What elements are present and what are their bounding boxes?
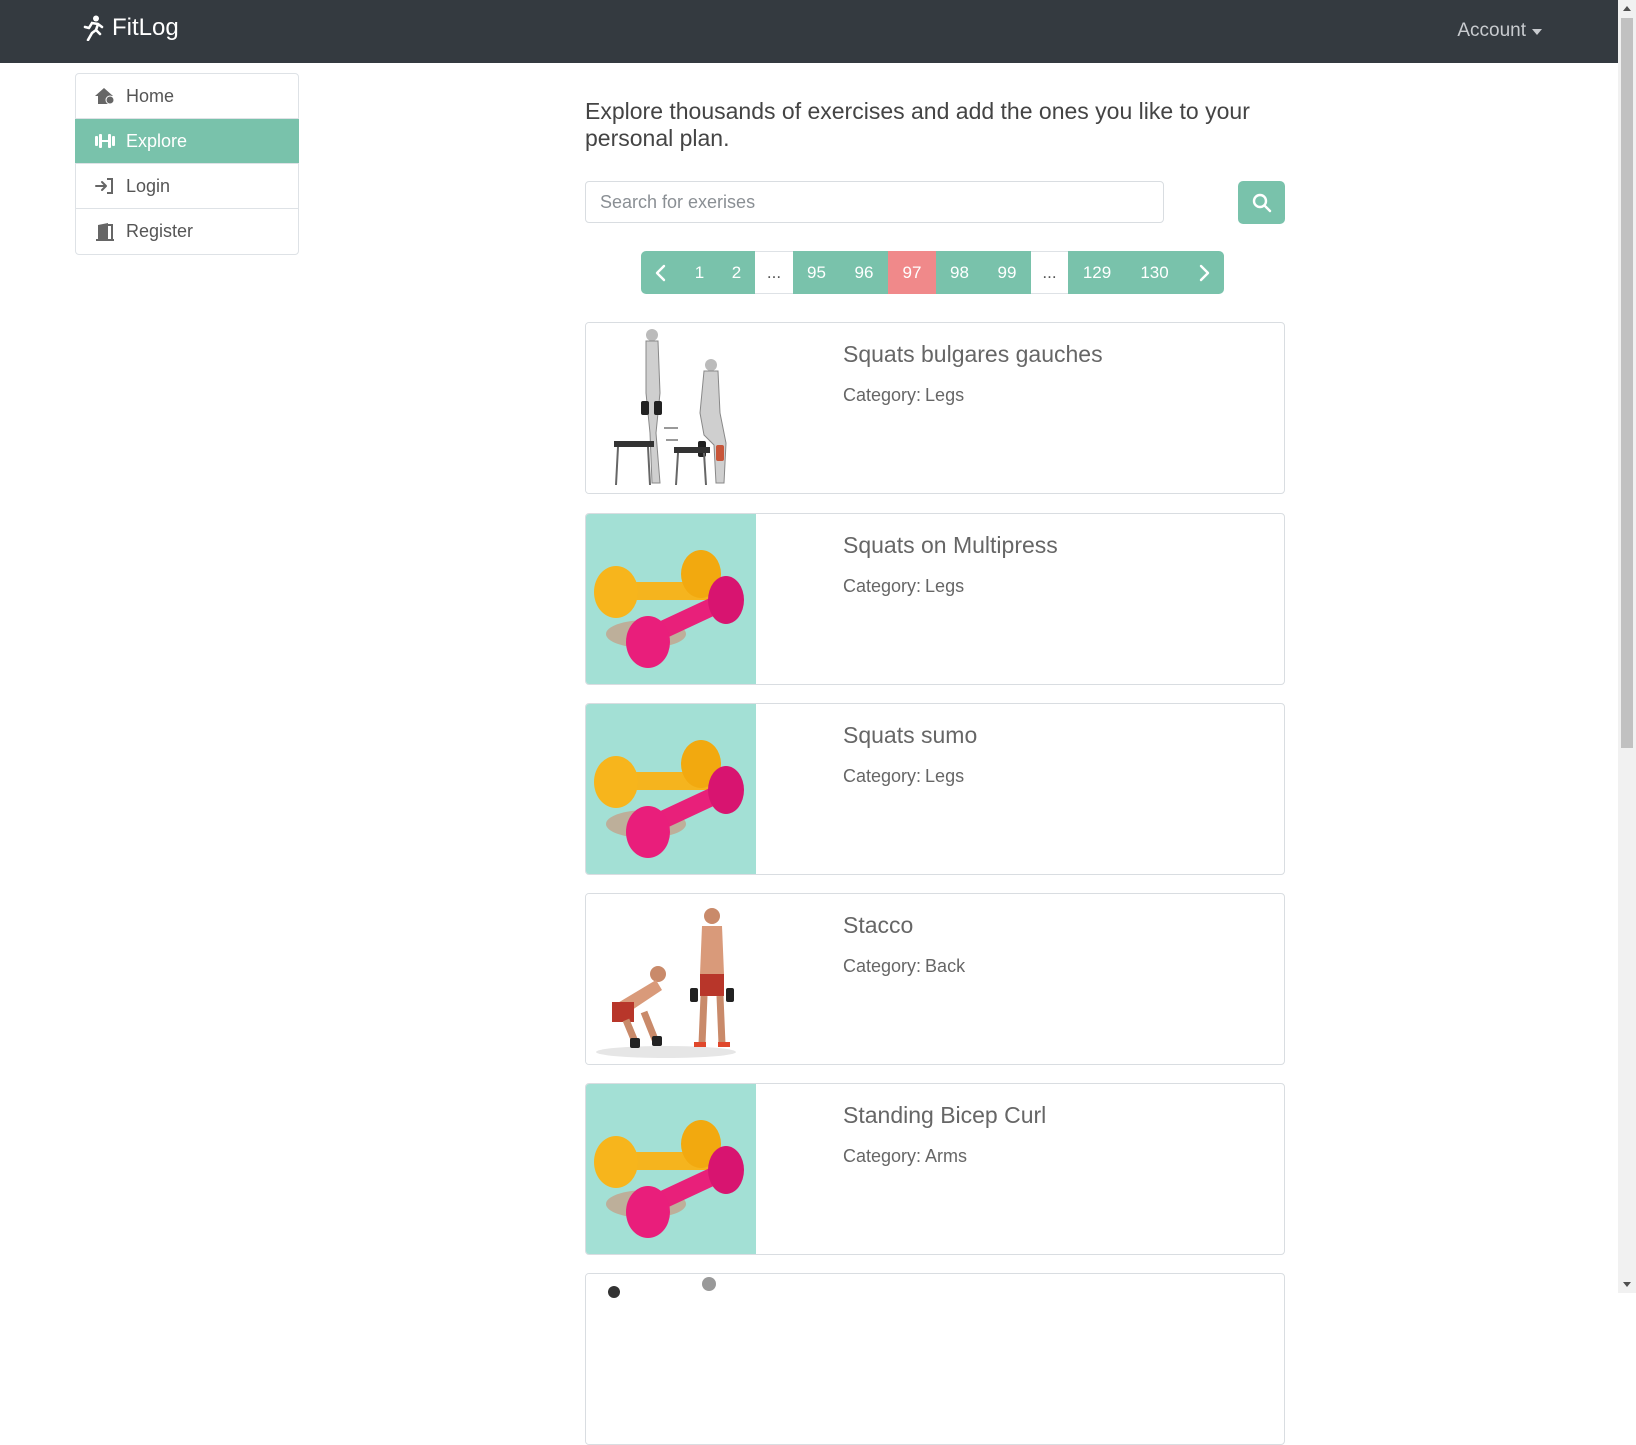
- pagination-page-98[interactable]: 98: [936, 251, 983, 294]
- pagination-prev-button[interactable]: [641, 251, 681, 294]
- exercise-category: Category: Legs: [843, 766, 968, 787]
- exercise-card[interactable]: Squats sumo Category: Legs: [585, 703, 1285, 875]
- account-dropdown[interactable]: Account: [1457, 20, 1542, 42]
- category-value: Legs: [925, 576, 965, 596]
- sidebar-item-label: Register: [126, 221, 194, 241]
- search-icon: [1252, 193, 1271, 212]
- dumbbell-icon: [95, 134, 115, 148]
- exercise-title[interactable]: Squats bulgares gauches: [843, 341, 1103, 368]
- running-person-icon: [83, 15, 104, 41]
- exercise-category: Category: Legs: [843, 385, 968, 406]
- sidebar-item-home[interactable]: Home: [76, 74, 298, 119]
- page-scrollbar[interactable]: [1618, 0, 1636, 1293]
- pagination-page-1[interactable]: 1: [681, 251, 718, 294]
- pagination-ellipsis: ...: [755, 251, 793, 294]
- home-icon: [95, 88, 115, 105]
- exercise-card[interactable]: Squats on Multipress Category: Legs: [585, 513, 1285, 685]
- pagination-page-current[interactable]: 97: [888, 251, 936, 294]
- scroll-up-icon[interactable]: [1623, 6, 1631, 11]
- account-label: Account: [1457, 20, 1526, 41]
- sidebar-item-label: Login: [126, 175, 171, 196]
- pagination-page-129[interactable]: 129: [1068, 251, 1126, 294]
- category-label: Category:: [843, 385, 922, 405]
- sidebar-item-label: Explore: [126, 130, 188, 151]
- pagination-page-99[interactable]: 99: [983, 251, 1031, 294]
- pagination: 1 2 ... 95 96 97 98 99 ... 129 130: [641, 251, 1224, 294]
- exercise-category: Category: Arms: [843, 1146, 971, 1167]
- caret-down-icon: [1532, 29, 1542, 35]
- brand-link[interactable]: FitLog: [82, 14, 179, 42]
- category-label: Category:: [843, 766, 922, 786]
- category-value: Back: [925, 956, 966, 976]
- pagination-page-130[interactable]: 130: [1126, 251, 1183, 294]
- chevron-left-icon: [655, 264, 666, 281]
- search-button[interactable]: [1238, 181, 1285, 224]
- pagination-ellipsis: ...: [1031, 251, 1068, 294]
- exercise-card[interactable]: Standing Bicep Curl Category: Arms: [585, 1083, 1285, 1255]
- sidebar-item-explore[interactable]: Explore: [75, 119, 299, 164]
- category-value: Legs: [925, 766, 965, 786]
- exercise-title[interactable]: Stacco: [843, 912, 913, 939]
- pagination-next-button[interactable]: [1183, 251, 1224, 294]
- sidebar-nav: Home Explore Login Register: [75, 73, 299, 255]
- sidebar-item-login[interactable]: Login: [76, 164, 298, 209]
- exercise-category: Category: Back: [843, 956, 969, 977]
- brand-name: FitLog: [112, 14, 179, 41]
- sidebar-item-register[interactable]: Register: [76, 209, 298, 254]
- category-label: Category:: [843, 576, 922, 596]
- door-icon: [96, 222, 114, 241]
- pagination-page-2[interactable]: 2: [718, 251, 755, 294]
- search-input[interactable]: [585, 181, 1164, 223]
- squat-illustration: [586, 323, 756, 493]
- exercise-thumbnail: [586, 1274, 756, 1444]
- scrollbar-thumb[interactable]: [1621, 18, 1633, 748]
- category-value: Legs: [925, 385, 965, 405]
- dumbbells-placeholder: [586, 514, 756, 684]
- top-navbar: FitLog Account: [0, 0, 1618, 63]
- exercise-card[interactable]: Squats bulgares gauches Category: Legs: [585, 322, 1285, 494]
- exercise-title[interactable]: Standing Bicep Curl: [843, 1102, 1046, 1129]
- sidebar-item-label: Home: [126, 85, 175, 106]
- exercise-category: Category: Legs: [843, 576, 968, 597]
- category-label: Category:: [843, 1146, 922, 1166]
- intro-text: Explore thousands of exercises and add t…: [585, 98, 1250, 151]
- deadlift-photo: [586, 894, 756, 1064]
- exercise-title[interactable]: Squats sumo: [843, 722, 977, 749]
- pagination-page-95[interactable]: 95: [793, 251, 840, 294]
- dumbbells-placeholder: [586, 1084, 756, 1254]
- dumbbells-placeholder: [586, 704, 756, 874]
- category-label: Category:: [843, 956, 922, 976]
- pagination-page-96[interactable]: 96: [840, 251, 888, 294]
- category-value: Arms: [925, 1146, 968, 1166]
- login-icon: [95, 178, 113, 194]
- exercise-card-partial[interactable]: [585, 1273, 1285, 1445]
- exercise-title[interactable]: Squats on Multipress: [843, 532, 1058, 559]
- chevron-right-icon: [1199, 264, 1209, 281]
- exercise-card[interactable]: Stacco Category: Back: [585, 893, 1285, 1065]
- scroll-down-icon[interactable]: [1623, 1282, 1631, 1287]
